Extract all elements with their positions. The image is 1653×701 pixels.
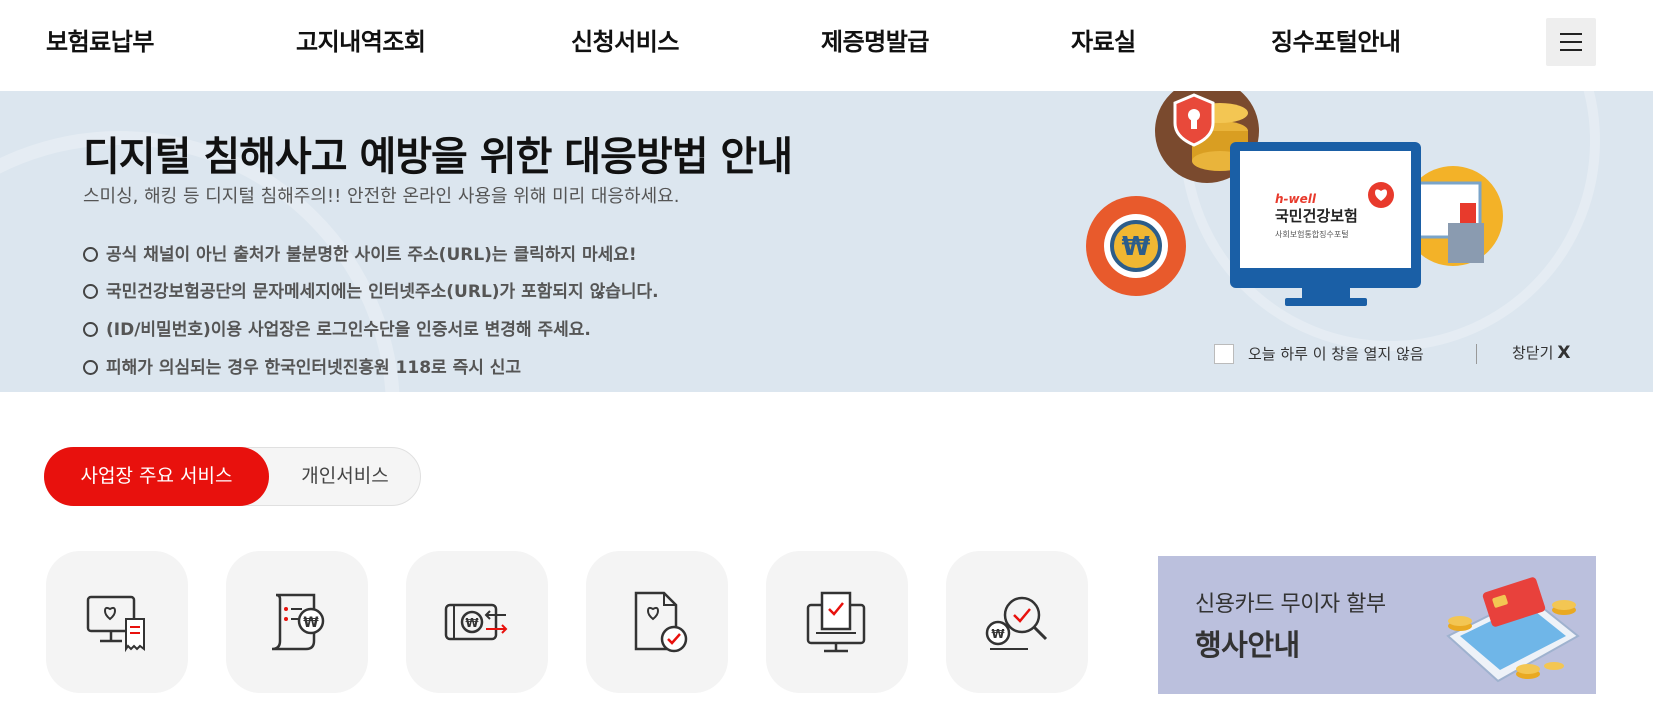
close-banner-button[interactable]: 창닫기 X [1512,342,1571,363]
monitor-caption: 사회보험통합징수포털 [1275,229,1349,239]
monitor-heart-receipt-icon [86,595,145,653]
nav-item-portal-guide[interactable]: 징수포털안내 [1271,22,1401,57]
top-nav: 보험료납부 고지내역조회 신청서비스 제증명발급 자료실 징수포털안내 [0,0,1653,91]
circle-bullet-icon [83,284,98,299]
circle-bullet-icon [83,360,98,375]
service-tabs: 사업장 주요 서비스 개인서비스 [44,447,421,506]
monitor-brand: h-well [1275,192,1317,206]
svg-text:₩: ₩ [1122,232,1151,262]
service-card-4[interactable] [586,551,728,693]
banner-item-text: 공식 채널이 아닌 출처가 불분명한 사이트 주소(URL)는 클릭하지 마세요… [106,245,637,265]
promo-line-1: 신용카드 무이자 할부 [1195,592,1386,617]
service-card-6[interactable]: ₩ [946,551,1088,693]
monitor-check-icon [806,591,866,653]
nav-item-archive[interactable]: 자료실 [1071,22,1136,57]
banner-title: 디지털 침해사고 예방을 위한 대응방법 안내 [83,134,793,180]
banner-item: 국민건강보험공단의 문자메세지에는 인터넷주소(URL)가 포함되지 않습니다. [83,277,659,302]
security-illustration: ₩ h-well 국민건강보험 사회보험통합징수포털 [1086,91,1503,306]
nav-item-premium-payment[interactable]: 보험료납부 [46,22,154,57]
card-won-transfer-icon: ₩ [444,603,508,641]
banner-item-text: (ID/비밀번호)이용 사업장은 로그인수단을 인증서로 변경해 주세요. [106,320,591,340]
card-installment-promo-banner[interactable]: 신용카드 무이자 할부 행사안내 [1158,556,1596,694]
promo-line-2: 행사안내 [1195,628,1300,662]
service-card-2[interactable]: ₩ [226,551,368,693]
hamburger-icon-line [1560,49,1582,51]
service-card-3[interactable]: ₩ [406,551,548,693]
divider [1476,344,1477,364]
hamburger-icon-line [1560,41,1582,43]
banner-item-text: 국민건강보험공단의 문자메세지에는 인터넷주소(URL)가 포함되지 않습니다. [106,282,659,302]
banner-item: (ID/비밀번호)이용 사업장은 로그인수단을 인증서로 변경해 주세요. [83,315,591,340]
hamburger-menu-button[interactable] [1546,18,1596,66]
dont-show-today-label[interactable]: 오늘 하루 이 창을 열지 않음 [1248,343,1424,364]
nav-item-certificate-issue[interactable]: 제증명발급 [821,22,929,57]
close-label: 창닫기 [1512,344,1554,362]
nav-item-application-service[interactable]: 신청서비스 [571,22,679,57]
won-search-check-icon: ₩ [985,596,1048,650]
banner-item: 피해가 의심되는 경우 한국인터넷진흥원 118로 즉시 신고 [83,353,521,378]
nav-item-notice-inquiry[interactable]: 고지내역조회 [296,22,426,57]
phone-card-coins-illustration [1446,577,1580,683]
tab-business-services[interactable]: 사업장 주요 서비스 [44,447,269,506]
service-card-5[interactable] [766,551,908,693]
tab-personal-services[interactable]: 개인서비스 [275,448,415,505]
close-icon: X [1557,343,1571,363]
svg-text:₩: ₩ [991,627,1005,641]
hamburger-icon [1560,33,1582,35]
svg-text:₩: ₩ [303,615,319,631]
circle-bullet-icon [83,322,98,337]
document-heart-check-icon [634,591,688,653]
document-won-icon: ₩ [271,593,325,651]
banner-item-text: 피해가 의심되는 경우 한국인터넷진흥원 118로 즉시 신고 [106,358,522,378]
service-card-1[interactable] [46,551,188,693]
svg-text:₩: ₩ [465,616,479,630]
security-notice-banner: 디지털 침해사고 예방을 위한 대응방법 안내 스미싱, 해킹 등 디지털 침해… [0,91,1653,392]
banner-subtitle: 스미싱, 해킹 등 디지털 침해주의!! 안전한 온라인 사용을 위해 미리 대… [83,186,680,207]
dont-show-today-checkbox[interactable] [1214,344,1234,364]
banner-item: 공식 채널이 아닌 출처가 불분명한 사이트 주소(URL)는 클릭하지 마세요… [83,240,637,265]
monitor-name: 국민건강보험 [1275,207,1358,225]
circle-bullet-icon [83,247,98,262]
